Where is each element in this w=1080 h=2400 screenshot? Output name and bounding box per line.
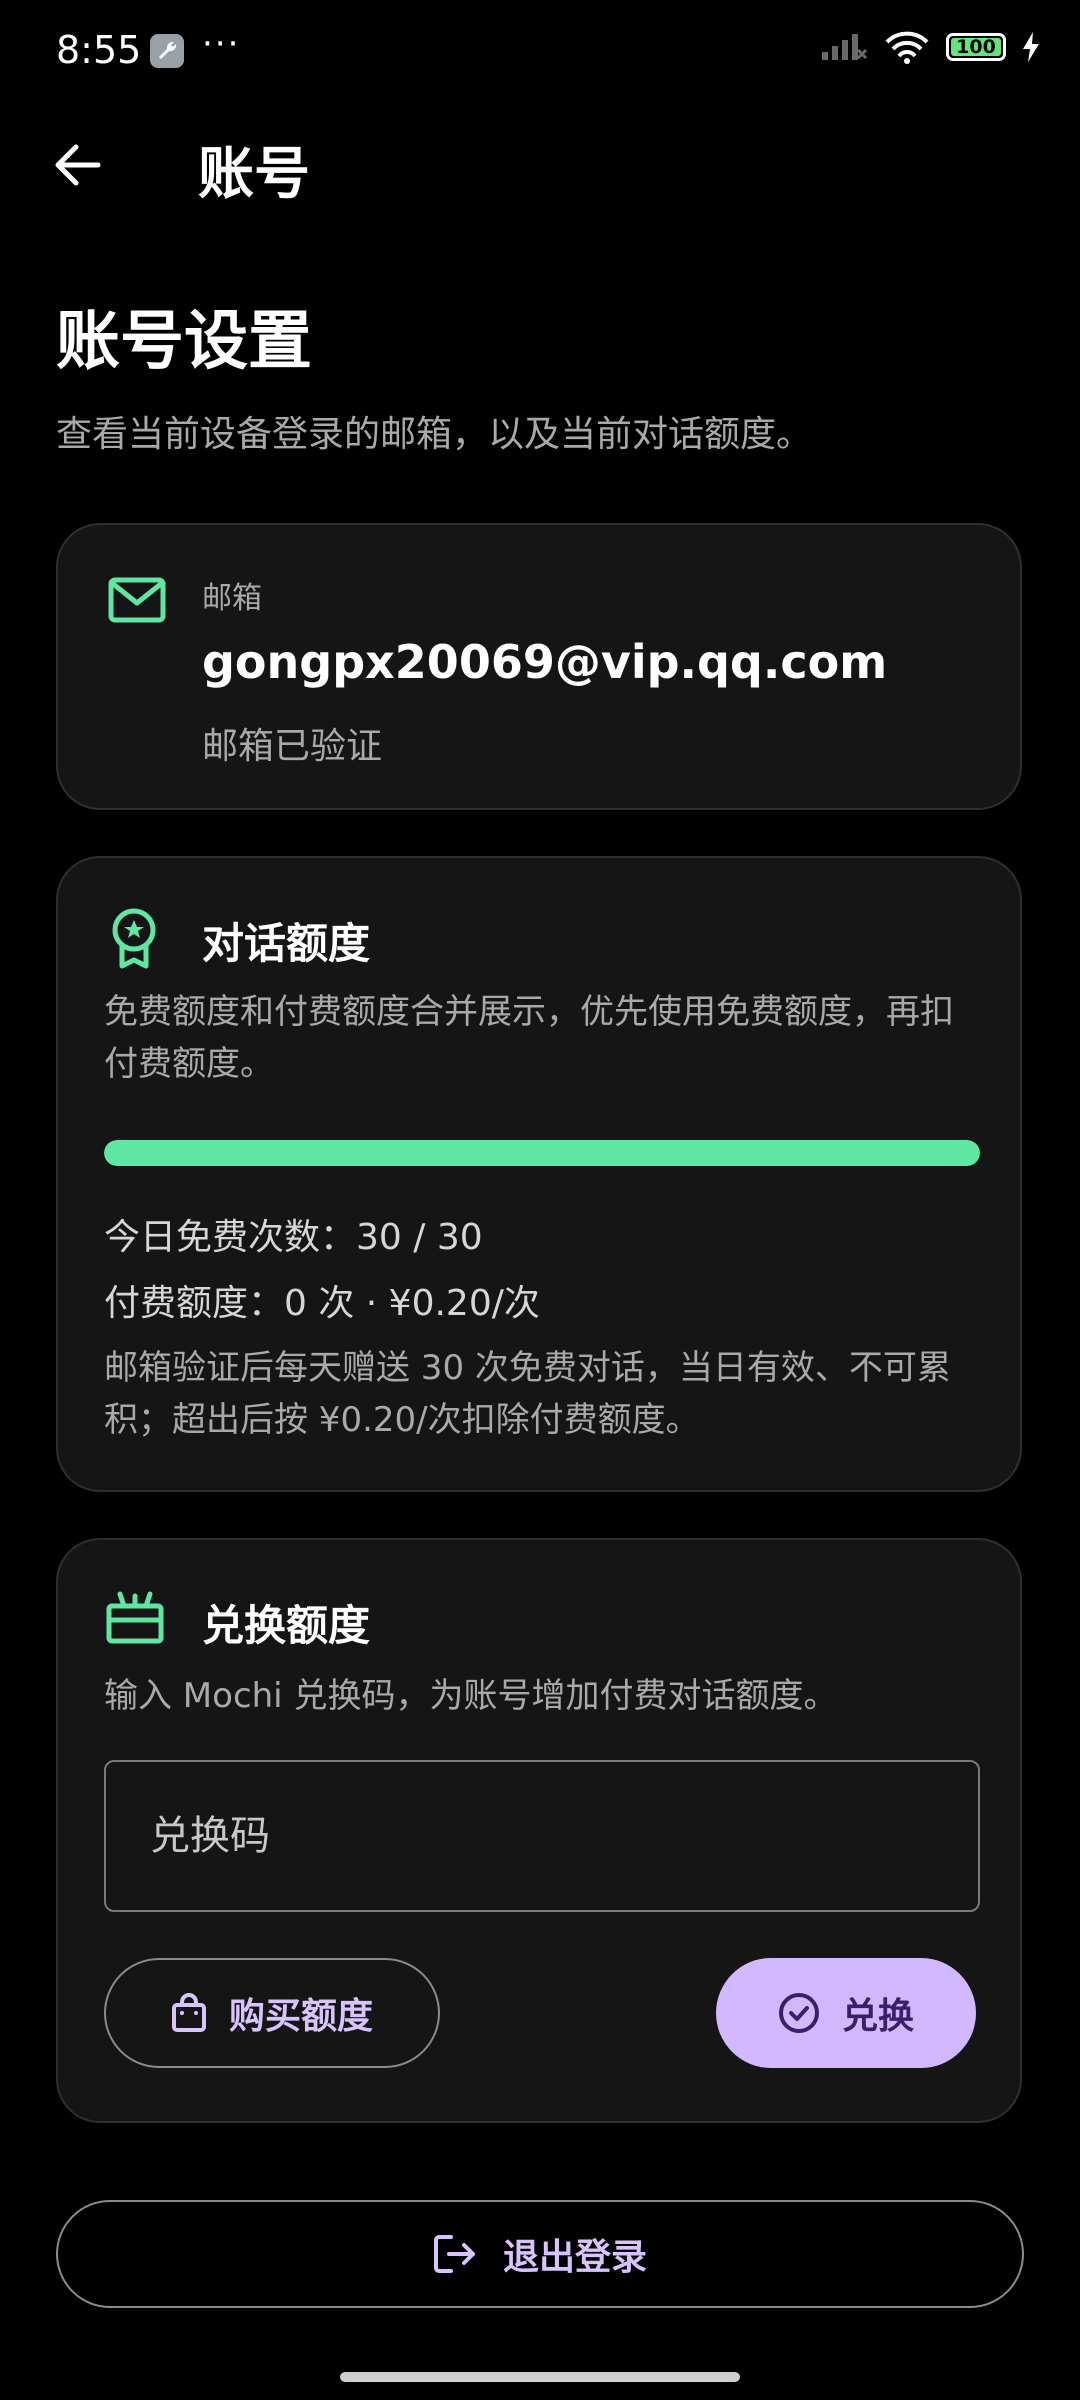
award-icon (112, 908, 156, 969)
quota-description: 免费额度和付费额度合并展示，优先使用免费额度，再扣付费额度。 (104, 992, 954, 1084)
redeem-code-input[interactable] (104, 1760, 980, 1912)
quota-card: 对话额度 免费额度和付费额度合并展示，优先使用免费额度，再扣付费额度。 今日免费… (56, 856, 1022, 1492)
quota-note: 邮箱验证后每天赠送 30 次免费对话，当日有效、不可累积；超出后按 ¥0.20/… (104, 1348, 951, 1440)
charging-icon (1023, 32, 1039, 62)
battery-level: 100 (956, 36, 996, 58)
email-verified-status: 邮箱已验证 (202, 726, 383, 767)
status-time: 8:55 (56, 28, 142, 72)
wifi-icon (885, 31, 929, 64)
redeem-button[interactable]: 兑换 (716, 1958, 976, 2068)
check-circle-icon (778, 1993, 819, 2033)
quota-title: 对话额度 (202, 919, 371, 968)
redeem-label: 兑换 (841, 1996, 914, 2037)
status-icons: 100 (820, 30, 1040, 64)
logout-button[interactable]: 退出登录 (56, 2200, 1024, 2308)
logout-icon (433, 2235, 475, 2273)
buy-quota-button[interactable]: 购买额度 (104, 1958, 440, 2068)
page-subtitle: 查看当前设备登录的邮箱，以及当前对话额度。 (56, 414, 813, 455)
free-quota-count: 今日免费次数：30 / 30 (104, 1217, 483, 1258)
quota-progress-fill (104, 1140, 980, 1166)
redeem-card: 兑换额度 输入 Mochi 兑换码，为账号增加付费对话额度。 购买额度 兑换 (56, 1538, 1022, 2123)
status-bar: 8:55 ··· 100 (0, 0, 1080, 100)
gift-icon (106, 1591, 164, 1644)
home-indicator[interactable] (340, 2372, 740, 2382)
shopping-bag-icon (171, 1993, 206, 2032)
logout-label: 退出登录 (502, 2237, 647, 2278)
email-card: 邮箱 gongpx20069@vip.qq.com 邮箱已验证 (56, 523, 1022, 810)
app-title: 账号 (198, 142, 310, 207)
battery-icon: 100 (946, 33, 1006, 61)
email-label: 邮箱 (202, 581, 262, 616)
app-bar: 账号 (0, 115, 1080, 215)
arrow-left-icon (55, 144, 101, 186)
signal-icon (822, 34, 868, 60)
back-button[interactable] (48, 135, 108, 195)
page-title: 账号设置 (56, 305, 312, 379)
mail-icon (108, 577, 166, 623)
redeem-description: 输入 Mochi 兑换码，为账号增加付费对话额度。 (104, 1676, 838, 1716)
quota-progress-bar (104, 1140, 980, 1166)
buy-quota-label: 购买额度 (228, 1996, 373, 2037)
wrench-icon (150, 34, 184, 68)
more-notifications-icon: ··· (202, 24, 241, 64)
email-value: gongpx20069@vip.qq.com (202, 635, 888, 689)
redeem-title: 兑换额度 (202, 1601, 371, 1650)
paid-quota-count: 付费额度：0 次 · ¥0.20/次 (104, 1283, 540, 1324)
